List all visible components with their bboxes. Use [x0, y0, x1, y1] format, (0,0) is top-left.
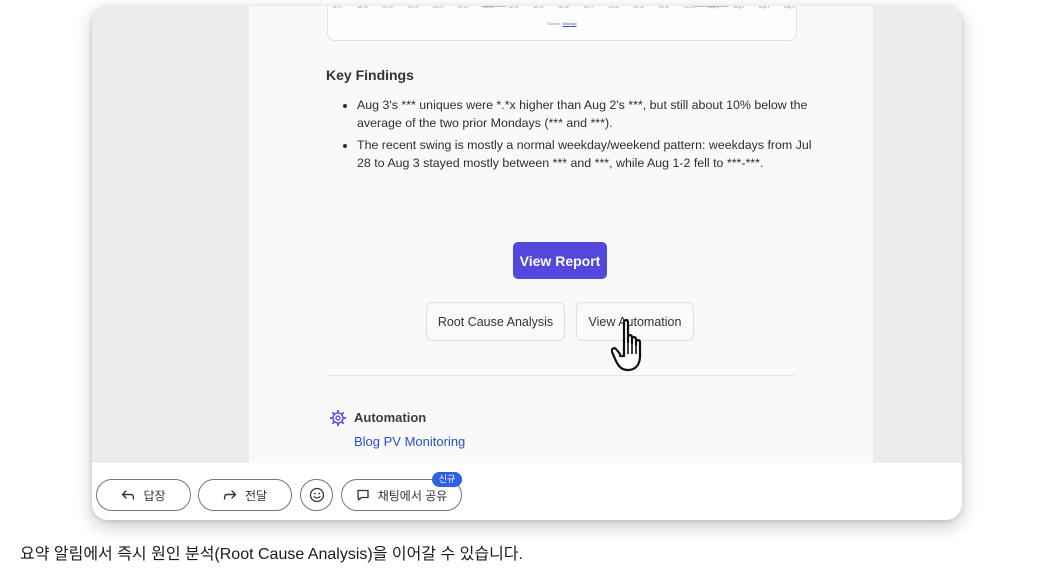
emoji-button[interactable] [300, 479, 333, 511]
view-report-button[interactable]: View Report [513, 242, 607, 279]
email-body: 20 Jul 17Jul 18Jul 19Jul 20Jul 21Jul 22J… [249, 6, 873, 463]
email-action-toolbar: 답장 전달 채팅에서 공유 신규 [92, 463, 962, 520]
new-badge: 신규 [432, 472, 462, 487]
automation-link[interactable]: Blog PV Monitoring [354, 434, 465, 449]
chart-x-tick-label: Jul 30 [658, 6, 670, 9]
chart-x-tick-label: Aug 4 [784, 6, 795, 9]
chart-source-link[interactable]: Wiseapi [562, 21, 576, 26]
chart-x-tick-label: Jul 27 [583, 6, 594, 9]
chart-x-tick-label: Jul 28 [608, 6, 619, 9]
chart-x-tick-label: Aug 1 [708, 6, 720, 9]
forward-arrow-icon [223, 490, 237, 500]
forward-button[interactable]: 전달 [198, 479, 292, 511]
caption-text: 요약 알림에서 즉시 원인 분석(Root Cause Analysis)을 이… [20, 546, 523, 563]
chart-x-tick-label: Jul 31 [683, 6, 695, 9]
finding-item: The recent swing is mostly a normal week… [357, 136, 812, 172]
chart-x-tick-label: Jul 25 [532, 6, 544, 9]
chart-x-axis: Jul 17 Jul 18 Jul 19 Jul 20 Jul 21 Jul 22 Jul … [332, 6, 795, 14]
email-window: 20 Jul 17Jul 18Jul 19Jul 20Jul 21Jul 22J… [92, 6, 962, 520]
key-findings-list: Aug 3's *** uniques were *.*x higher tha… [335, 96, 812, 176]
reply-arrow-icon [122, 490, 135, 500]
chart-x-tick-label: Jul 19 [382, 6, 393, 9]
section-divider [327, 375, 795, 376]
reply-label: 답장 [143, 488, 166, 503]
right-sidebar-area [873, 6, 962, 463]
root-cause-analysis-button[interactable]: Root Cause Analysis [426, 302, 565, 341]
chart-x-tick-label: Jul 17 [332, 6, 343, 9]
chart-x-tick-label: Jul 18 [357, 6, 368, 9]
smiley-icon [309, 487, 324, 503]
chart-x-tick-label: Jul 22 [457, 6, 469, 9]
chart-x-tick-label: Aug 3 [758, 6, 770, 9]
chart-x-tick-label: Jul 23 [482, 6, 494, 9]
chart-x-tick-label: Jul 20 [407, 6, 419, 9]
hand-pointer-icon [611, 319, 642, 372]
chart-x-tick-label: Jul 26 [558, 6, 569, 9]
chart-x-tick-label: Jul 29 [633, 6, 645, 9]
chart-x-tick-label: Aug 2 [733, 6, 745, 9]
chat-bubble-icon [357, 489, 369, 501]
share-label: 채팅에서 공유 [377, 488, 448, 503]
gear-icon [330, 410, 346, 426]
chart-x-tick-label: Jul 21 [432, 6, 444, 9]
left-sidebar-area [92, 6, 249, 463]
reply-button[interactable]: 답장 [96, 479, 191, 511]
finding-item: Aug 3's *** uniques were *.*x higher tha… [357, 96, 812, 132]
chart-source-label: Source: [547, 21, 562, 26]
chart-source: Source: Wiseapi [328, 21, 796, 26]
automation-title: Automation [354, 410, 427, 425]
chart-excerpt: 20 Jul 17Jul 18Jul 19Jul 20Jul 21Jul 22J… [327, 6, 797, 41]
key-findings-title: Key Findings [326, 67, 414, 83]
chart-x-tick-label: Jul 24 [507, 6, 519, 9]
forward-label: 전달 [244, 488, 268, 503]
